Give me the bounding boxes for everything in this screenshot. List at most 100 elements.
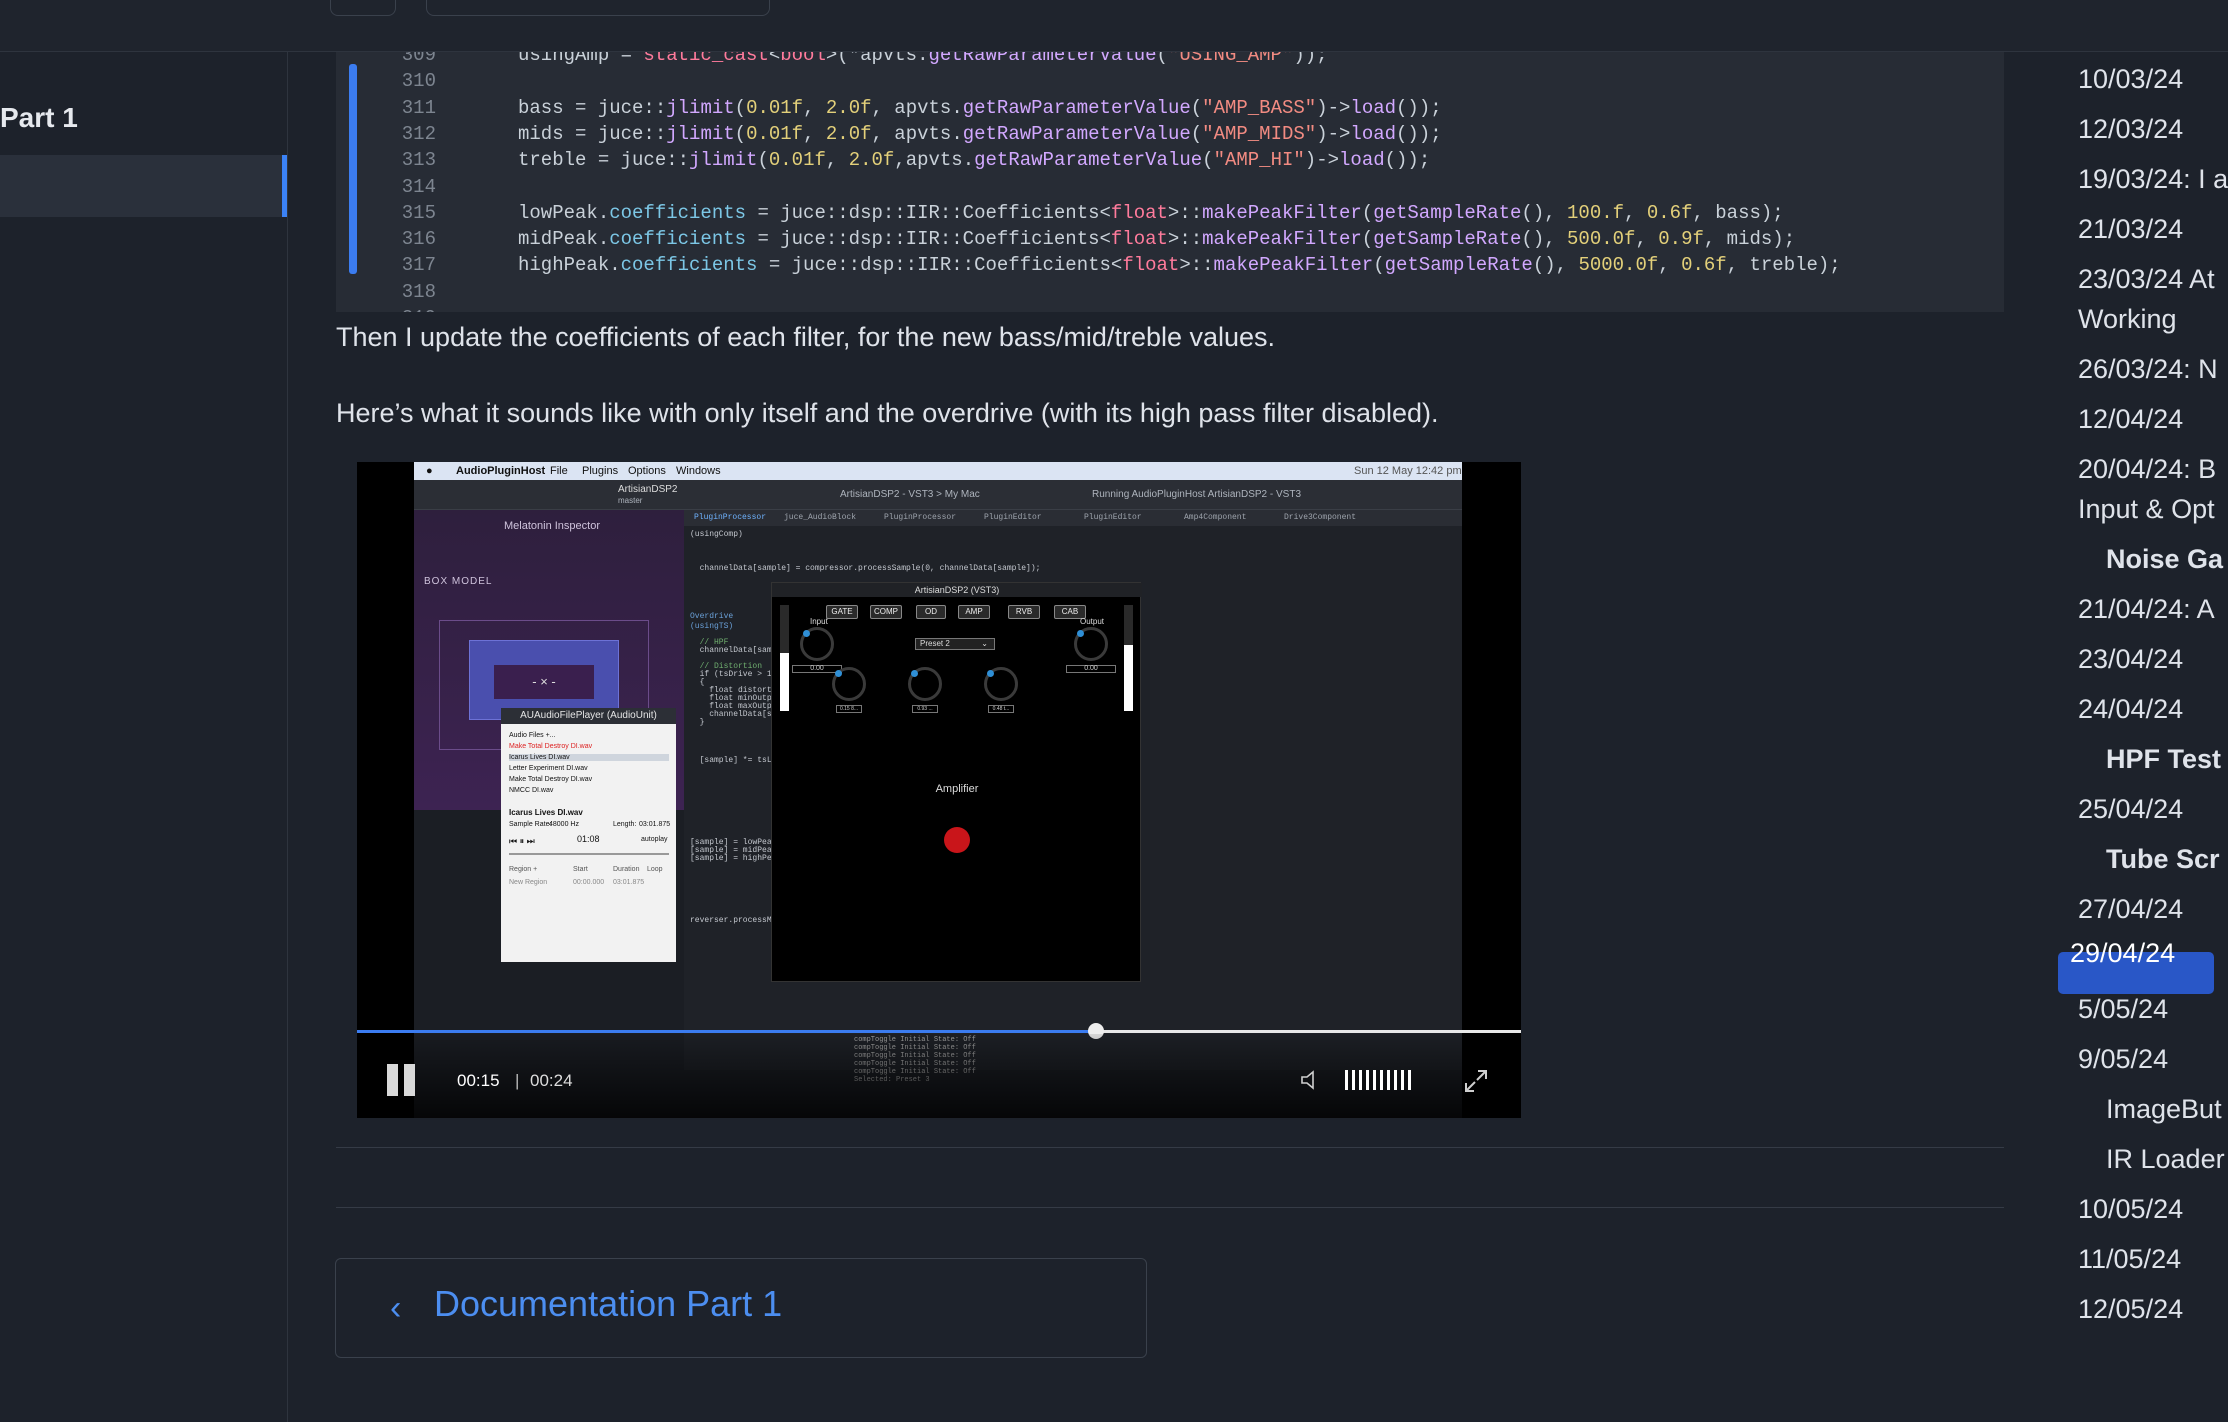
- toc-item[interactable]: 12/03/24: [2078, 114, 2183, 145]
- toc-item[interactable]: 26/03/24: N: [2078, 354, 2218, 385]
- toc-item[interactable]: 21/04/24: A: [2078, 594, 2215, 625]
- xcode-scheme: ArtisianDSP2 - VST3 > My Mac: [840, 489, 980, 500]
- line-number: 315: [401, 201, 436, 224]
- volume-bar: [1366, 1070, 1369, 1090]
- player-file-item: Audio Files +...: [509, 732, 556, 739]
- box-model-content: - × -: [494, 665, 594, 699]
- region-cell: 03:01.875: [613, 879, 645, 886]
- toc-item[interactable]: 12/05/24: [2078, 1294, 2183, 1325]
- treble-knob: [984, 667, 1018, 701]
- editor-tabs: PluginProcessor juce_AudioBlock PluginPr…: [684, 510, 1462, 526]
- plugin-tab-gate: GATE: [826, 605, 858, 619]
- input-meter: [780, 605, 789, 711]
- toc-item[interactable]: HPF Test: [2106, 744, 2221, 775]
- top-bar: [0, 0, 2228, 52]
- left-sidebar: Part 1: [0, 52, 288, 1422]
- pause-icon-bar: [387, 1064, 398, 1096]
- volume-bar: [1401, 1070, 1404, 1090]
- divider: [336, 1147, 2004, 1148]
- code-text: bass = juce::jlimit(0.01f, 2.0f, apvts.g…: [518, 96, 1442, 119]
- previous-page-link[interactable]: ‹ Documentation Part 1: [335, 1258, 1147, 1358]
- toc-item[interactable]: 20/04/24: B: [2078, 454, 2216, 485]
- toc-item[interactable]: 10/05/24: [2078, 1194, 2183, 1225]
- volume-bar: [1345, 1070, 1348, 1090]
- toc-item[interactable]: 5/05/24: [2078, 994, 2168, 1025]
- player-file-item: NMCC DI.wav: [509, 787, 554, 794]
- line-number: 310: [401, 70, 436, 93]
- toc-item[interactable]: 11/05/24: [2078, 1244, 2181, 1275]
- sidebar-heading[interactable]: Part 1: [0, 102, 78, 134]
- volume-bar: [1380, 1070, 1383, 1090]
- amp-indicator: [944, 827, 970, 853]
- toc-item[interactable]: 21/03/24: [2078, 214, 2183, 245]
- toc-item[interactable]: 9/05/24: [2078, 1044, 2168, 1075]
- player-scrubber: [509, 853, 669, 855]
- line-number: 313: [401, 149, 436, 172]
- preset-value: Preset 2: [920, 639, 950, 648]
- volume-bar: [1394, 1070, 1397, 1090]
- plugin-window: ArtisianDSP2 (VST3) GATE COMP OD AMP RVB CAB …: [771, 582, 1142, 982]
- toc-item[interactable]: 12/04/24: [2078, 404, 2183, 435]
- volume-bar: [1359, 1070, 1362, 1090]
- plugin-title: ArtisianDSP2 (VST3): [772, 583, 1142, 597]
- paragraph-sound-description: Here’s what it sounds like with only its…: [336, 398, 1439, 428]
- chevron-down-icon: ⌄: [981, 639, 988, 648]
- xcode-status: Running AudioPluginHost ArtisianDSP2 - V…: [1092, 489, 1302, 500]
- volume-bar: [1408, 1070, 1411, 1090]
- output-meter-fill: [1124, 645, 1133, 711]
- pause-button[interactable]: [387, 1064, 421, 1098]
- toc-item[interactable]: Noise Ga: [2106, 544, 2223, 575]
- line-number: 319: [372, 307, 436, 312]
- fullscreen-icon[interactable]: [1463, 1068, 1489, 1094]
- menubar-item: Plugins: [582, 465, 619, 477]
- code-text: midPeak.coefficients = juce::dsp::IIR::C…: [518, 228, 1796, 251]
- toc-item[interactable]: 23/04/24: [2078, 644, 2183, 675]
- length-label: Length:: [613, 821, 637, 828]
- toc-item[interactable]: Input & Opt: [2078, 494, 2215, 525]
- length-value: 03:01.875: [639, 821, 671, 828]
- line-number: 314: [401, 175, 436, 198]
- player-position: 01:08: [577, 834, 600, 844]
- top-bar-search[interactable]: [426, 0, 770, 16]
- editor-tab: juce_AudioBlock: [784, 513, 857, 522]
- toc-item[interactable]: ImageBut: [2106, 1094, 2222, 1125]
- top-bar-button[interactable]: [330, 0, 396, 16]
- menubar-app: AudioPluginHost: [456, 465, 546, 477]
- speaker-icon[interactable]: [1299, 1068, 1323, 1092]
- input-label: Input: [810, 617, 828, 626]
- time-separator: |: [515, 1071, 520, 1090]
- code-text: usingAmp = static_cast<bool>(*apvts.getR…: [518, 52, 1328, 66]
- editor-code-line: (usingComp): [690, 530, 743, 539]
- code-highlight-bar: [349, 64, 357, 274]
- editor-tab: PluginEditor: [984, 513, 1042, 522]
- toc-item[interactable]: 24/04/24: [2078, 694, 2183, 725]
- video-progress-fill: [357, 1030, 1097, 1033]
- output-value: 0.00: [1066, 665, 1116, 673]
- xcode-branch: master: [618, 496, 643, 505]
- toc-item[interactable]: 27/04/24: [2078, 894, 2183, 925]
- toc-item[interactable]: 23/03/24 At: [2078, 264, 2215, 295]
- toc-item[interactable]: 10/03/24: [2078, 64, 2183, 95]
- input-meter-fill: [780, 652, 789, 711]
- video-frame: ● AudioPluginHost File Plugins Options W…: [414, 462, 1462, 1118]
- toc-item[interactable]: IR Loader: [2106, 1144, 2225, 1175]
- toc-item[interactable]: 25/04/24: [2078, 794, 2183, 825]
- preset-dropdown: Preset 2 ⌄: [915, 638, 995, 650]
- code-block: 309 usingAmp = static_cast<bool>(*apvts.g…: [336, 52, 2004, 312]
- player-file-item: Make Total Destroy DI.wav: [509, 743, 593, 750]
- output-meter: [1124, 605, 1133, 711]
- line-number: 309: [401, 52, 436, 66]
- volume-slider[interactable]: [1345, 1070, 1419, 1092]
- code-text: treble = juce::jlimit(0.01f, 2.0f,apvts.…: [518, 149, 1431, 172]
- video-player[interactable]: ● AudioPluginHost File Plugins Options W…: [357, 462, 1521, 1118]
- region-header: Region +: [509, 866, 538, 873]
- toc-item[interactable]: 19/03/24: I a: [2078, 164, 2228, 195]
- toc-item[interactable]: Tube Scr: [2106, 844, 2220, 875]
- sample-rate-label: Sample Rate:: [509, 821, 552, 828]
- previous-page-title: Documentation Part 1: [434, 1283, 783, 1324]
- toc-item-active[interactable]: 29/04/24: [2070, 938, 2175, 969]
- menubar-item: Options: [628, 465, 666, 477]
- toc-item[interactable]: Working: [2078, 304, 2177, 335]
- player-file-item: Letter Experiment DI.wav: [509, 765, 588, 772]
- sidebar-active-item[interactable]: [0, 155, 287, 217]
